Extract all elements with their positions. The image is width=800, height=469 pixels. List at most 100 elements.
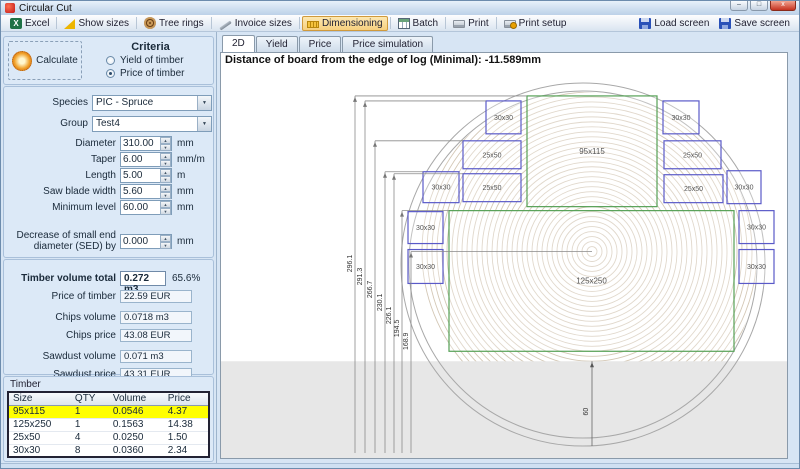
chevron-down-icon[interactable]: ▼ <box>197 96 211 110</box>
spin-up-icon[interactable]: ▲ <box>160 185 171 192</box>
cell: 1 <box>71 418 109 431</box>
field-row-saw-blade-width: Saw blade width5.60▲▼mm <box>4 183 213 199</box>
calculate-button[interactable]: Calculate <box>8 41 82 80</box>
criteria-group: Criteria Yield of timber Price of timber <box>82 41 209 80</box>
close-button[interactable]: x <box>770 1 796 11</box>
calculate-label: Calculate <box>36 55 78 66</box>
radio-price-of-timber[interactable]: Price of timber <box>106 68 209 79</box>
toolbar-separator <box>390 17 391 29</box>
spin-down-icon[interactable]: ▼ <box>160 144 171 151</box>
table-row[interactable]: 125x25010.156314.38 <box>8 418 209 431</box>
spin-down-icon[interactable]: ▼ <box>160 208 171 215</box>
table-row[interactable]: 95x11510.05464.37 <box>8 405 209 418</box>
toolbar-button-print[interactable]: Print <box>448 16 494 31</box>
cell: 30x30 <box>8 444 71 457</box>
content-area: Calculate Criteria Yield of timber Price… <box>1 32 799 463</box>
spinner: ▲▼ <box>160 169 171 182</box>
arrow-up-icon <box>383 173 387 178</box>
cell: 14.38 <box>164 418 209 431</box>
toolbar-button-excel[interactable]: Excel <box>5 16 54 31</box>
dimension-label: 230.1 <box>377 294 384 312</box>
tab-price-simulation[interactable]: Price simulation <box>342 36 433 52</box>
toolbar-button-invoice-sizes[interactable]: Invoice sizes <box>214 16 297 31</box>
titlebar: Circular Cut – □ x <box>1 1 799 15</box>
result-row-chips-price: Chips price43.08 EUR <box>4 328 213 343</box>
spin-up-icon[interactable]: ▲ <box>160 169 171 176</box>
show-sizes-icon <box>64 19 75 29</box>
spin-up-icon[interactable]: ▲ <box>160 137 171 144</box>
toolbar-button-label: Save screen <box>734 18 790 29</box>
toolbar-separator <box>211 17 212 29</box>
board-label: 30x30 <box>431 185 450 192</box>
toolbar-button-show-sizes[interactable]: Show sizes <box>59 16 134 31</box>
arrow-up-icon <box>400 212 404 217</box>
result-row-price-of-timber: Price of timber22.59 EUR <box>4 289 213 304</box>
timber-volume-percent: 65.6% <box>172 273 200 284</box>
toolbar-button-save-screen[interactable]: Save screen <box>714 16 795 31</box>
tab-price[interactable]: Price <box>299 36 342 52</box>
table-row[interactable]: 25x5040.02501.50 <box>8 431 209 444</box>
radio-icon <box>106 56 115 65</box>
timber-volume-total-label: Timber volume total <box>4 273 116 284</box>
chevron-down-icon[interactable]: ▼ <box>197 117 211 131</box>
board-label: 30x30 <box>416 225 435 232</box>
chips-volume-label: Chips volume <box>4 312 116 323</box>
selected-value: Test4 <box>93 118 197 129</box>
saw-blade-width-input[interactable]: 5.60▲▼ <box>120 184 172 199</box>
spin-up-icon[interactable]: ▲ <box>160 153 171 160</box>
radio-label: Price of timber <box>120 68 184 79</box>
cell: 95x115 <box>8 405 71 418</box>
spin-down-icon[interactable]: ▼ <box>160 192 171 199</box>
board-label: 30x30 <box>494 115 513 122</box>
toolbar-separator <box>445 17 446 29</box>
tab-strip: 2DYieldPricePrice simulation <box>220 32 788 52</box>
unit-label: mm/m <box>177 154 205 165</box>
dimensioning-icon <box>307 21 319 28</box>
toolbar-button-label: Batch <box>413 18 439 29</box>
board-label: 25x50 <box>683 152 702 159</box>
radio-yield-of-timber[interactable]: Yield of timber <box>106 55 209 66</box>
sawdust-volume-label: Sawdust volume <box>4 351 116 362</box>
criteria-title: Criteria <box>92 41 209 53</box>
toolbar-button-label: Print setup <box>519 18 567 29</box>
spinner: ▲▼ <box>160 235 171 248</box>
toolbar-button-load-screen[interactable]: Load screen <box>634 16 714 31</box>
unit-label: m <box>177 170 185 181</box>
result-row-chips-volume: Chips volume0.0718 m3 <box>4 310 213 325</box>
cell: 0.0546 <box>109 405 164 418</box>
toolbar-button-print-setup[interactable]: Print setup <box>499 16 572 31</box>
group-select[interactable]: Test4▼ <box>92 116 212 132</box>
spin-down-icon[interactable]: ▼ <box>160 176 171 183</box>
toolbar-right-group: Load screen Save screen <box>634 15 795 31</box>
spin-down-icon[interactable]: ▼ <box>160 242 171 249</box>
spin-up-icon[interactable]: ▲ <box>160 235 171 242</box>
unit-label: mm <box>177 202 194 213</box>
saw-blade-width-label: Saw blade width <box>4 186 116 197</box>
maximize-button[interactable]: □ <box>750 1 768 11</box>
unit-label: mm <box>177 138 194 149</box>
taper-input[interactable]: 6.00▲▼ <box>120 152 172 167</box>
timber-volume-total-value: 0.272 m3 <box>120 271 166 286</box>
toolbar-button-batch[interactable]: Batch <box>393 16 444 31</box>
board-label: 125x250 <box>576 276 607 285</box>
length-input[interactable]: 5.00▲▼ <box>120 168 172 183</box>
column-header-size: Size <box>8 392 71 405</box>
diameter-input[interactable]: 310.00▲▼ <box>120 136 172 151</box>
selected-value: PIC - Spruce <box>93 97 197 108</box>
board-label: 95x115 <box>579 147 605 156</box>
species-select[interactable]: PIC - Spruce▼ <box>92 95 212 111</box>
toolbar-button-tree-rings[interactable]: Tree rings <box>139 16 209 31</box>
toolbar-button-dimensioning[interactable]: Dimensioning <box>302 16 388 31</box>
decrease-of-small-end-diameter-sed-by-input[interactable]: 0.000▲▼ <box>120 234 172 249</box>
invoice-sizes-icon <box>219 20 231 30</box>
tab-yield[interactable]: Yield <box>256 36 298 52</box>
cell: 0.0250 <box>109 431 164 444</box>
toolbar-button-label: Invoice sizes <box>235 18 292 29</box>
spin-up-icon[interactable]: ▲ <box>160 201 171 208</box>
minimum-level-input[interactable]: 60.00▲▼ <box>120 200 172 215</box>
spin-down-icon[interactable]: ▼ <box>160 160 171 167</box>
tab-2d[interactable]: 2D <box>222 35 255 52</box>
sed-field-row: Decrease of small end diameter (SED) by0… <box>4 229 213 253</box>
minimize-button[interactable]: – <box>730 1 748 11</box>
table-row[interactable]: 30x3080.03602.34 <box>8 444 209 457</box>
